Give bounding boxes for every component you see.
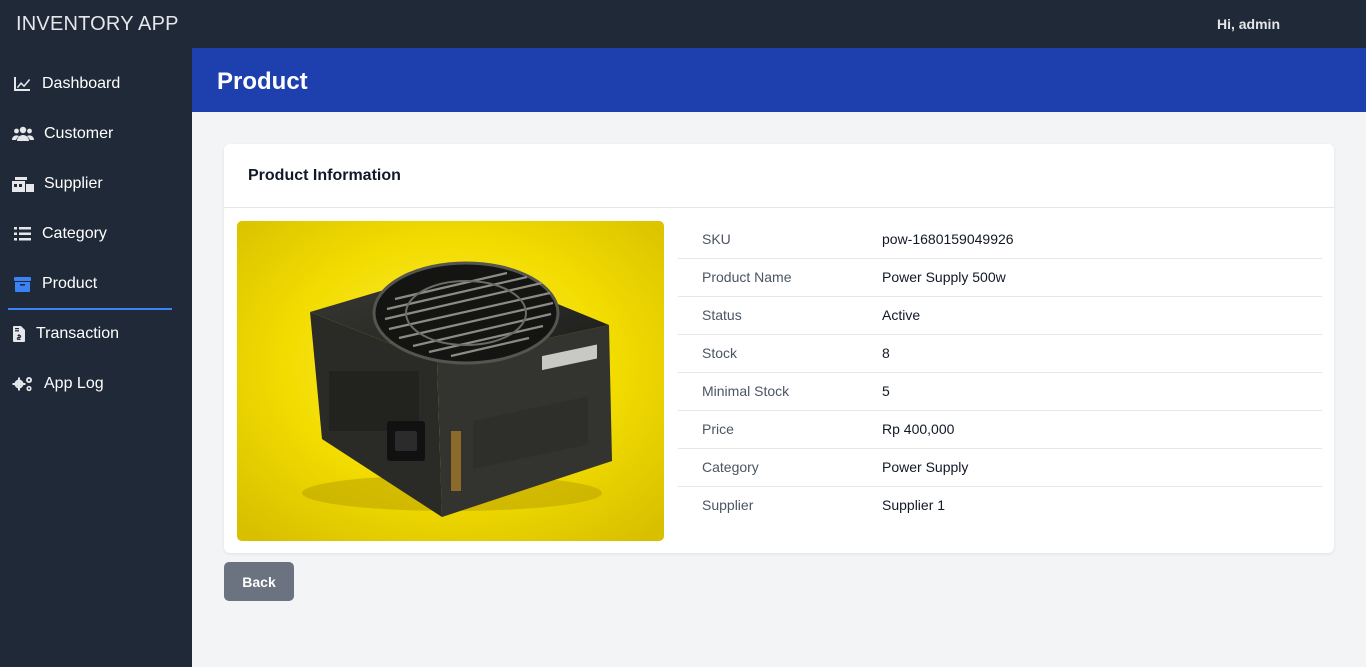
card-title: Product Information <box>248 166 401 184</box>
page-header: Product <box>192 48 1366 112</box>
sidebar-item-category[interactable]: Category <box>0 212 192 256</box>
row-value: 8 <box>882 345 890 361</box>
page-title: Product <box>217 68 308 95</box>
row-label: Category <box>702 459 759 475</box>
card-header: Product Information <box>224 144 1334 208</box>
row-value: Active <box>882 307 921 323</box>
sidebar-item-transaction[interactable]: Transaction <box>0 312 192 356</box>
row-label: Stock <box>702 345 738 361</box>
row-label: Status <box>702 307 742 323</box>
warehouse-icon <box>12 174 34 194</box>
row-label: Product Name <box>702 269 792 285</box>
row-value: Power Supply 500w <box>882 269 1006 285</box>
table-row: Status Active <box>678 296 1322 334</box>
sidebar-item-customer[interactable]: Customer <box>0 112 192 156</box>
top-bar: INVENTORY APP Hi, admin <box>0 0 1366 48</box>
active-indicator <box>8 308 172 310</box>
row-value: Supplier 1 <box>882 497 946 514</box>
sidebar: Dashboard Customer Supplier Category Pro… <box>0 48 192 667</box>
product-image <box>237 221 664 541</box>
row-value: Rp 400,000 <box>882 421 955 437</box>
table-row: SKU pow-1680159049926 <box>678 220 1322 258</box>
sidebar-item-label: Transaction <box>36 325 119 342</box>
row-value: 5 <box>882 383 890 399</box>
table-row: Product Name Power Supply 500w <box>678 258 1322 296</box>
table-row: Minimal Stock 5 <box>678 372 1322 410</box>
row-label: Supplier <box>702 497 754 514</box>
sidebar-item-dashboard[interactable]: Dashboard <box>0 62 192 106</box>
invoice-icon <box>12 324 26 344</box>
sidebar-item-product[interactable]: Product <box>0 262 192 306</box>
app-title: INVENTORY APP <box>16 13 179 35</box>
sidebar-item-label: Category <box>42 225 107 242</box>
product-info-card: Product Information SKU pow-168015904992… <box>224 144 1334 553</box>
sidebar-item-label: Dashboard <box>42 75 121 92</box>
users-icon <box>12 124 34 144</box>
row-label: Minimal Stock <box>702 383 790 399</box>
box-icon <box>12 274 32 294</box>
row-label: Price <box>702 421 734 437</box>
sidebar-item-app-log[interactable]: App Log <box>0 362 192 406</box>
table-row: Stock 8 <box>678 334 1322 372</box>
table-row: Category Power Supply <box>678 448 1322 486</box>
sidebar-item-label: Customer <box>44 125 114 142</box>
row-value: pow-1680159049926 <box>882 230 1014 247</box>
sidebar-item-label: Supplier <box>44 175 103 192</box>
back-button[interactable]: Back <box>224 562 294 601</box>
user-greeting[interactable]: Hi, admin <box>1217 16 1280 32</box>
product-details-table: SKU pow-1680159049926 Product Name Power… <box>678 220 1322 524</box>
sidebar-item-label: Product <box>42 275 98 292</box>
table-row: Supplier Supplier 1 <box>678 486 1322 524</box>
chart-line-icon <box>12 74 32 94</box>
row-label: SKU <box>702 230 731 247</box>
sidebar-item-supplier[interactable]: Supplier <box>0 162 192 206</box>
sidebar-item-label: App Log <box>44 375 104 392</box>
row-value: Power Supply <box>882 459 969 475</box>
table-row: Price Rp 400,000 <box>678 410 1322 448</box>
gears-icon <box>12 374 34 394</box>
list-icon <box>12 224 32 244</box>
